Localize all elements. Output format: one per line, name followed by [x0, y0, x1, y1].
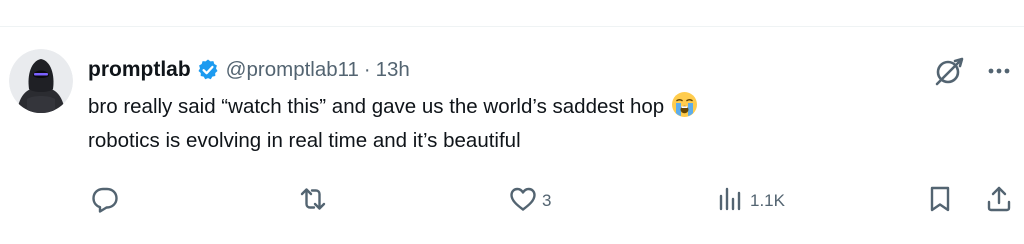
share-button[interactable]: [984, 184, 1014, 218]
separator-dot: ·: [363, 58, 371, 81]
bookmark-icon: [925, 184, 955, 219]
tweet-card[interactable]: promptlab @promptlab11 · 13h bro really …: [0, 27, 1024, 244]
share-icon: [984, 184, 1014, 219]
tweet-text: bro really said “watch this” and gave us…: [88, 95, 665, 118]
like-button[interactable]: 3: [508, 184, 551, 218]
tweet-header: promptlab @promptlab11 · 13h: [88, 55, 410, 85]
tweet-text-line-2: robotics is evolving in real time and it…: [88, 127, 521, 155]
verified-badge-icon[interactable]: [196, 58, 220, 82]
display-name[interactable]: promptlab: [88, 58, 191, 82]
repost-icon: [298, 184, 328, 219]
grok-icon[interactable]: [931, 54, 967, 90]
more-icon[interactable]: [985, 57, 1013, 85]
tweet-text-line-1: bro really said “watch this” and gave us…: [88, 91, 698, 121]
repost-button[interactable]: [298, 184, 332, 218]
like-count: 3: [542, 191, 552, 210]
like-icon: [508, 184, 538, 219]
loudly-crying-face-icon: [671, 91, 698, 118]
reply-button[interactable]: [90, 184, 124, 218]
timestamp[interactable]: 13h: [376, 58, 410, 82]
avatar[interactable]: [9, 49, 73, 113]
tweet-text: robotics is evolving in real time and it…: [88, 129, 521, 152]
handle[interactable]: @promptlab11: [226, 58, 359, 82]
views-count: 1.1K: [750, 191, 785, 210]
reply-icon: [90, 184, 120, 219]
views-icon: [716, 184, 746, 219]
bookmark-button[interactable]: [925, 184, 955, 218]
views-button[interactable]: 1.1K: [716, 184, 785, 218]
